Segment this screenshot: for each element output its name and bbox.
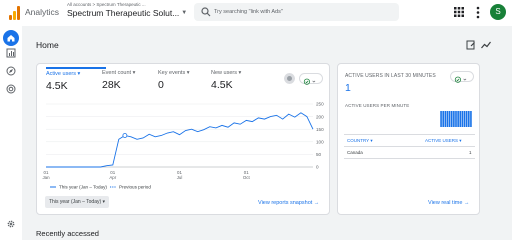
- arrow-right-icon: →: [463, 200, 470, 206]
- insights-sparkline-icon[interactable]: [481, 40, 491, 50]
- table-row-country: Canada: [347, 150, 363, 155]
- check-circle-icon: [454, 76, 467, 83]
- link-label: View reports snapshot: [258, 200, 313, 206]
- avatar[interactable]: S: [490, 4, 506, 20]
- caret-down-icon: ▾: [238, 70, 242, 76]
- per-minute-bar: [453, 111, 455, 127]
- x-tick-label: Oct: [243, 175, 251, 180]
- chevron-down-icon: ▼: [181, 10, 188, 16]
- metric-event-count[interactable]: Event count ▾ 28K: [102, 70, 162, 91]
- metric-label: New users: [211, 70, 237, 76]
- page-title: Home: [36, 40, 59, 50]
- search-bar[interactable]: [194, 3, 399, 21]
- apps-grid-icon[interactable]: [454, 7, 464, 17]
- realtime-data-quality-button[interactable]: [450, 71, 474, 83]
- metric-value: 28K: [102, 79, 121, 91]
- more-vert-icon[interactable]: [476, 6, 480, 19]
- metric-label: Key events: [158, 70, 186, 76]
- y-tick-label: 200: [316, 114, 324, 119]
- metric-label: Event count: [102, 70, 132, 76]
- per-minute-bar: [450, 111, 453, 127]
- data-quality-button[interactable]: [299, 73, 323, 85]
- reports-bar-chart-icon[interactable]: [6, 48, 16, 58]
- divider: [344, 158, 475, 159]
- caret-down-icon: ▾: [77, 71, 81, 77]
- account-switcher[interactable]: All accounts > Spectrum Therapeutic ... …: [67, 2, 187, 18]
- series-line-this-year: [46, 112, 314, 168]
- advertising-target-icon[interactable]: [6, 84, 16, 94]
- metric-new-users[interactable]: New users ▾ 4.5K: [211, 70, 271, 91]
- data-point-marker: [122, 133, 128, 138]
- metric-value: 4.5K: [211, 79, 233, 91]
- table-row-users: 1: [469, 150, 472, 155]
- y-tick-label: 0: [316, 165, 319, 170]
- account-breadcrumb: All accounts > Spectrum Therapeutic ...: [67, 2, 146, 7]
- overview-card: Active users ▾ 4.5K Event count ▾ 28K Ke…: [36, 63, 330, 215]
- realtime-card: ACTIVE USERS IN LAST 30 MINUTES 1 ACTIVE…: [337, 63, 480, 215]
- search-input[interactable]: [214, 7, 394, 17]
- x-tick-label: Jul: [177, 175, 183, 180]
- x-tick-label: Apr: [109, 175, 116, 180]
- home-icon: [7, 35, 15, 42]
- column-header-country[interactable]: COUNTRY ▾: [347, 138, 373, 144]
- link-label: View real time: [428, 200, 463, 206]
- recently-accessed-heading: Recently accessed: [36, 229, 99, 238]
- legend-label: Previous period: [119, 185, 151, 190]
- divider: [344, 134, 475, 135]
- per-minute-bar: [448, 111, 451, 127]
- per-minute-bar: [467, 111, 470, 127]
- realtime-active-users-value: 1: [345, 82, 351, 94]
- metric-active-users[interactable]: Active users ▾ 4.5K: [46, 67, 106, 92]
- customize-edit-icon[interactable]: [466, 40, 476, 50]
- active-users-line-chart: 05010015020025001Jan01Apr01Jul01OctThis …: [42, 102, 324, 190]
- caret-down-icon: ▾: [370, 138, 373, 143]
- metric-key-events[interactable]: Key events ▾ 0: [158, 70, 218, 91]
- per-minute-bar: [465, 111, 468, 127]
- search-icon: [201, 7, 211, 17]
- explore-icon[interactable]: [6, 66, 16, 76]
- view-reports-snapshot-link[interactable]: View reports snapshot →: [258, 200, 319, 206]
- divider: [344, 146, 475, 147]
- property-name: Spectrum Therapeutic Solut...: [67, 8, 180, 18]
- per-minute-bar: [457, 111, 459, 127]
- per-minute-bar: [461, 111, 464, 127]
- per-minute-bar: [442, 111, 445, 127]
- column-header-label: ACTIVE USERS: [425, 138, 459, 143]
- per-minute-bar: [455, 111, 457, 127]
- caret-down-icon: ▾: [459, 138, 462, 143]
- caret-down-icon: ▾: [186, 70, 190, 76]
- y-tick-label: 100: [316, 140, 324, 145]
- analytics-logo-icon[interactable]: [9, 6, 21, 20]
- y-tick-label: 50: [316, 152, 322, 157]
- per-minute-bar: [440, 111, 442, 127]
- x-tick-label: Jan: [42, 175, 50, 180]
- legend-label: This year (Jan – Today): [59, 185, 107, 190]
- y-tick-label: 150: [316, 127, 324, 132]
- column-header-active-users[interactable]: ACTIVE USERS ▾: [425, 138, 462, 144]
- per-minute-bar: [459, 111, 462, 127]
- y-tick-label: 250: [316, 102, 324, 107]
- left-nav-rail: [0, 26, 22, 240]
- sampling-badge-icon[interactable]: [284, 73, 295, 84]
- per-minute-bar: [446, 111, 449, 127]
- caret-down-icon: ▾: [132, 70, 136, 76]
- admin-gear-icon[interactable]: [6, 219, 16, 229]
- metric-value: 0: [158, 79, 164, 91]
- column-header-label: COUNTRY: [347, 138, 370, 143]
- check-circle-icon: [303, 78, 316, 85]
- per-minute-bar: [463, 111, 466, 127]
- metric-label: Active users: [46, 71, 76, 77]
- per-minute-bar-chart: [440, 111, 472, 127]
- realtime-title: ACTIVE USERS IN LAST 30 MINUTES: [345, 73, 436, 79]
- date-range-selector[interactable]: This year (Jan – Today) ▾: [45, 196, 110, 208]
- per-minute-bar: [470, 111, 472, 127]
- per-minute-title: ACTIVE USERS PER MINUTE: [345, 103, 410, 108]
- metric-value: 4.5K: [46, 80, 68, 92]
- arrow-right-icon: →: [313, 200, 320, 206]
- app-name: Analytics: [25, 7, 60, 17]
- top-bar: Analytics All accounts > Spectrum Therap…: [0, 0, 512, 26]
- home-nav-button[interactable]: [3, 30, 19, 46]
- view-real-time-link[interactable]: View real time →: [428, 200, 469, 206]
- per-minute-bar: [444, 111, 447, 127]
